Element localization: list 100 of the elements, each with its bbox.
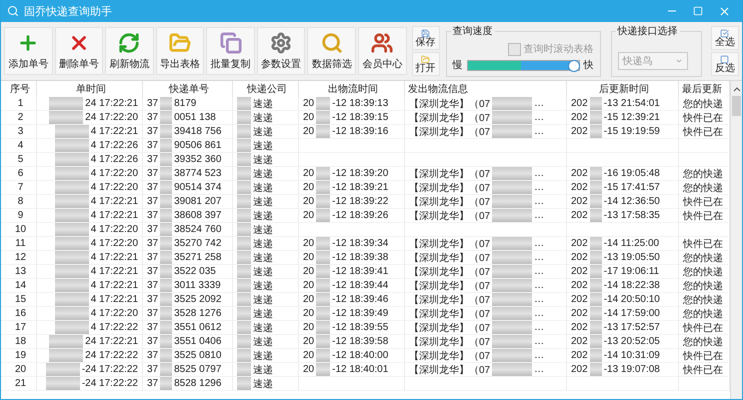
scrollbar-thumb[interactable] [732, 96, 741, 116]
scroll-up-icon[interactable] [732, 85, 740, 93]
toolbar-button[interactable]: 会员中心 [358, 27, 407, 75]
table-cell-text: 速递 [253, 154, 273, 166]
table-cell-text: 快件已在 [683, 112, 723, 124]
toolbar-button[interactable]: 导出表格 [156, 27, 204, 75]
table-cell: 4 17:22:20 [90, 308, 138, 319]
row-number: 21 [14, 378, 26, 389]
table-cell-text: 【深圳龙华】（07 [409, 266, 490, 278]
table-cell: -24 17:22:22 [82, 364, 138, 375]
table-cell: 39081 207 [174, 196, 222, 207]
table-cell: 37 [147, 140, 158, 151]
redaction-blur [237, 237, 251, 250]
search-icon [320, 32, 343, 54]
table-cell: … [534, 294, 544, 305]
row-number: 8 [18, 196, 24, 207]
table-cell: 37 [147, 210, 158, 221]
table-cell: -15 12:39:21 [604, 112, 660, 123]
redaction-blur [237, 181, 251, 194]
table-cell: 202 [571, 350, 588, 361]
redaction-blur [590, 125, 602, 138]
toolbar-button[interactable]: 删除单号 [54, 27, 104, 75]
table-cell: 20 [303, 280, 314, 291]
table-cell-text: 【深圳龙华】（07 [409, 280, 490, 292]
redaction-blur [590, 279, 602, 292]
table-cell: -15 19:19:59 [604, 126, 660, 137]
redaction-blur [492, 237, 532, 250]
table-cell-text: 快件已在 [683, 364, 723, 376]
table-cell-text: 速递 [253, 280, 273, 292]
redaction-blur [590, 237, 602, 250]
table-cell: 4 17:22:21 [90, 294, 138, 305]
table-cell: … [534, 112, 544, 123]
table-cell: 38774 523 [174, 168, 222, 179]
redaction-blur [237, 363, 251, 376]
toolbar-button[interactable]: 参数设置 [256, 27, 306, 75]
table-cell: 20 [303, 336, 314, 347]
speed-slider[interactable] [466, 60, 580, 70]
table-cell: 20 [303, 350, 314, 361]
redaction-blur [590, 293, 602, 306]
table-cell: 24 17:22:22 [85, 350, 138, 361]
table-cell: 37 [147, 322, 158, 333]
toolbar-button[interactable]: 数据筛选 [307, 27, 356, 75]
table-cell: -12 18:39:16 [332, 126, 388, 137]
file-button[interactable]: 保存 [412, 26, 440, 50]
table-cell: -12 18:39:55 [332, 322, 388, 333]
table-cell: … [534, 308, 544, 319]
app-logo-icon [7, 5, 19, 17]
table-cell-text: 【深圳龙华】（07 [409, 322, 490, 334]
table-cell: -12 18:40:00 [332, 350, 388, 361]
toolbar-button[interactable]: 刷新物流 [105, 27, 154, 75]
table-cell: 202 [571, 238, 588, 249]
table-cell-text: 速递 [253, 238, 273, 250]
row-number: 9 [18, 210, 24, 221]
table-cell: … [534, 126, 544, 137]
redaction-blur [160, 335, 172, 348]
toolbar-button[interactable]: 批量复制 [206, 27, 255, 75]
table-cell: 20 [303, 252, 314, 263]
table-cell-text: 快件已在 [683, 350, 723, 362]
scrollbar[interactable] [730, 81, 742, 399]
row-number: 13 [14, 266, 26, 277]
table-cell-text: 【深圳龙华】（07 [409, 182, 490, 194]
table-cell: -12 18:39:41 [332, 266, 388, 277]
redaction-blur [237, 125, 251, 138]
table-cell: 35271 258 [174, 252, 222, 263]
redaction-blur [316, 293, 330, 306]
table-cell-text: 快件已在 [683, 126, 723, 138]
redaction-blur [54, 125, 89, 138]
table-cell-text: 您的快递 [683, 168, 723, 180]
redaction-blur [316, 279, 330, 292]
table-cell: 37 [147, 238, 158, 249]
column-header[interactable]: 序号 [1, 81, 37, 97]
redaction-blur [160, 167, 172, 180]
toolbar-button[interactable]: 添加单号 [4, 27, 53, 75]
select-button[interactable]: 全选 [710, 26, 739, 50]
table-cell-text: 您的快递 [683, 266, 723, 278]
file-button[interactable]: 打开 [412, 52, 440, 76]
redaction-blur [54, 279, 89, 292]
row-number: 12 [14, 252, 26, 263]
table-cell: … [534, 350, 544, 361]
redaction-blur [160, 209, 172, 222]
table-cell: 202 [571, 196, 588, 207]
close-icon [718, 4, 731, 18]
row-number: 6 [18, 168, 24, 179]
table-cell: 37 [147, 196, 158, 207]
table-cell: 38608 397 [174, 210, 222, 221]
table-cell: 20 [303, 182, 314, 193]
table-cell: … [534, 182, 544, 193]
redaction-blur [492, 293, 532, 306]
table-cell: -16 19:05:48 [604, 168, 660, 179]
table-cell: 39352 360 [174, 154, 222, 165]
redaction-blur [590, 195, 602, 208]
table-cell-text: 速递 [253, 126, 273, 138]
table-cell: 4 17:22:20 [90, 238, 138, 249]
select-button[interactable]: 反选 [710, 52, 739, 76]
redaction-blur [590, 97, 602, 110]
table-cell: 202 [571, 210, 588, 221]
redaction-blur [316, 307, 330, 320]
table-cell: 202 [571, 364, 588, 375]
slider-thumb[interactable] [568, 60, 580, 72]
table-cell: 4 17:22:20 [90, 224, 138, 235]
